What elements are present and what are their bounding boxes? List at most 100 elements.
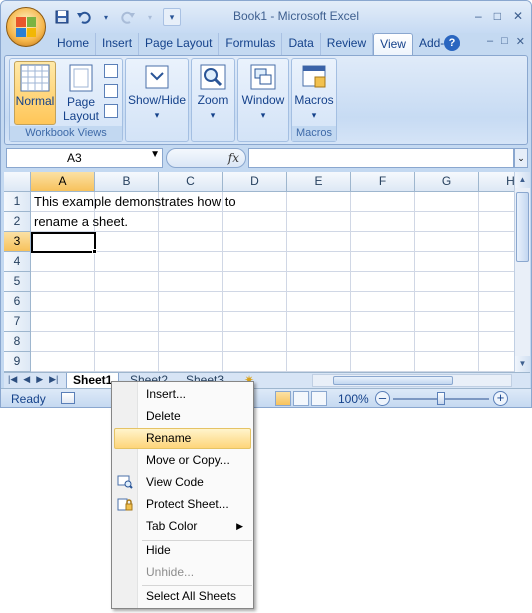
row-header[interactable]: 5 [4,272,31,292]
tab-view[interactable]: View [373,33,413,55]
column-header[interactable]: G [415,172,479,192]
grid-cell[interactable] [479,312,514,332]
menu-item-move-or-copy[interactable]: Move or Copy... [114,450,251,471]
grid-cell[interactable] [415,332,479,352]
tab-page-layout[interactable]: Page Layout [139,33,220,55]
grid-cell[interactable] [479,212,514,232]
menu-item-view-code[interactable]: View Code [114,472,251,493]
next-sheet-icon[interactable]: ▶ [36,374,43,385]
menu-item-protect-sheet[interactable]: Protect Sheet... [114,494,251,515]
vertical-scroll-thumb[interactable] [516,192,529,262]
grid-cell[interactable] [415,312,479,332]
grid-cell[interactable] [479,192,514,212]
grid-cell[interactable] [479,272,514,292]
grid-cell[interactable] [415,252,479,272]
worksheet-grid[interactable]: A B C D E F G H 123456789 This example d… [4,172,514,372]
grid-cell[interactable] [223,232,287,252]
grid-cell[interactable] [95,352,159,372]
chevron-down-icon[interactable]: ▼ [150,149,160,160]
grid-cell[interactable] [479,252,514,272]
grid-cell[interactable] [31,252,95,272]
zoom-button[interactable]: Zoom ▾ [194,61,232,122]
menu-item-delete[interactable]: Delete [114,406,251,427]
grid-cell[interactable] [351,292,415,312]
grid-cell[interactable] [479,332,514,352]
formula-input[interactable] [248,148,514,168]
grid-cell[interactable] [415,272,479,292]
name-box[interactable]: A3 ▼ [6,148,163,168]
tab-review[interactable]: Review [321,33,374,55]
zoom-in-button[interactable]: + [493,391,508,406]
menu-item-rename[interactable]: Rename [114,428,251,449]
expand-formula-bar-icon[interactable]: ⌄ [514,148,528,168]
grid-cell[interactable] [351,312,415,332]
zoom-level[interactable]: 100% [338,392,369,406]
grid-cell[interactable] [223,272,287,292]
row-header[interactable]: 7 [4,312,31,332]
grid-cell[interactable] [95,252,159,272]
zoom-slider-thumb[interactable] [437,392,445,405]
grid-cell[interactable] [31,272,95,292]
macro-record-icon[interactable] [61,392,75,404]
grid-cell[interactable] [223,332,287,352]
grid-cell[interactable] [415,292,479,312]
grid-cell[interactable] [31,292,95,312]
grid-cell[interactable] [415,192,479,212]
grid-cell[interactable] [95,312,159,332]
window-button[interactable]: Window ▾ [240,61,286,122]
grid-cell[interactable] [223,352,287,372]
normal-view-shortcut-icon[interactable] [275,391,291,406]
maximize-button[interactable]: □ [494,9,501,23]
close-button[interactable]: ✕ [513,9,523,23]
grid-cell[interactable] [287,192,351,212]
grid-cell[interactable] [159,252,223,272]
scroll-down-icon[interactable]: ▼ [515,356,530,372]
grid-cell[interactable] [351,232,415,252]
tab-insert[interactable]: Insert [96,33,140,55]
grid-cell[interactable] [479,232,514,252]
row-header[interactable]: 8 [4,332,31,352]
menu-item-insert[interactable]: Insert... [114,384,251,405]
grid-cell[interactable] [287,232,351,252]
grid-cell[interactable] [351,212,415,232]
grid-cell[interactable] [159,272,223,292]
grid-cell[interactable] [95,232,159,252]
column-header[interactable]: D [223,172,287,192]
tab-formulas[interactable]: Formulas [219,33,283,55]
grid-cell[interactable] [287,272,351,292]
page-break-shortcut-icon[interactable] [311,391,327,406]
grid-cell[interactable] [415,212,479,232]
grid-cell[interactable] [223,252,287,272]
row-header[interactable]: 2 [4,212,31,232]
select-all-corner[interactable] [4,172,31,192]
prev-sheet-icon[interactable]: ◀ [23,374,30,385]
menu-item-select-all-sheets[interactable]: Select All Sheets [114,586,251,607]
zoom-out-button[interactable]: – [375,391,390,406]
scroll-up-icon[interactable]: ▲ [515,172,530,188]
first-sheet-icon[interactable]: |◀ [8,374,17,385]
grid-cell[interactable] [31,332,95,352]
tab-data[interactable]: Data [282,33,321,55]
grid-cell[interactable] [287,332,351,352]
column-header[interactable]: H [479,172,514,192]
horizontal-scrollbar[interactable] [312,374,512,387]
menu-item-tab-color[interactable]: Tab Color ▶ [114,516,251,537]
page-layout-shortcut-icon[interactable] [293,391,309,406]
grid-cell[interactable] [415,232,479,252]
grid-cell[interactable] [351,192,415,212]
row-header[interactable]: 3 [4,232,31,252]
menu-item-hide[interactable]: Hide [114,540,251,561]
column-header[interactable]: E [287,172,351,192]
grid-cell[interactable] [287,352,351,372]
column-header[interactable]: B [95,172,159,192]
grid-cell[interactable] [223,292,287,312]
grid-cell[interactable] [351,352,415,372]
grid-cell[interactable] [351,272,415,292]
workbook-restore-button[interactable]: □ [501,35,508,48]
help-icon[interactable]: ? [444,35,460,51]
grid-cell[interactable] [159,312,223,332]
grid-cell[interactable] [95,292,159,312]
grid-cell[interactable] [95,272,159,292]
grid-cell[interactable] [351,332,415,352]
grid-cell[interactable] [415,352,479,372]
